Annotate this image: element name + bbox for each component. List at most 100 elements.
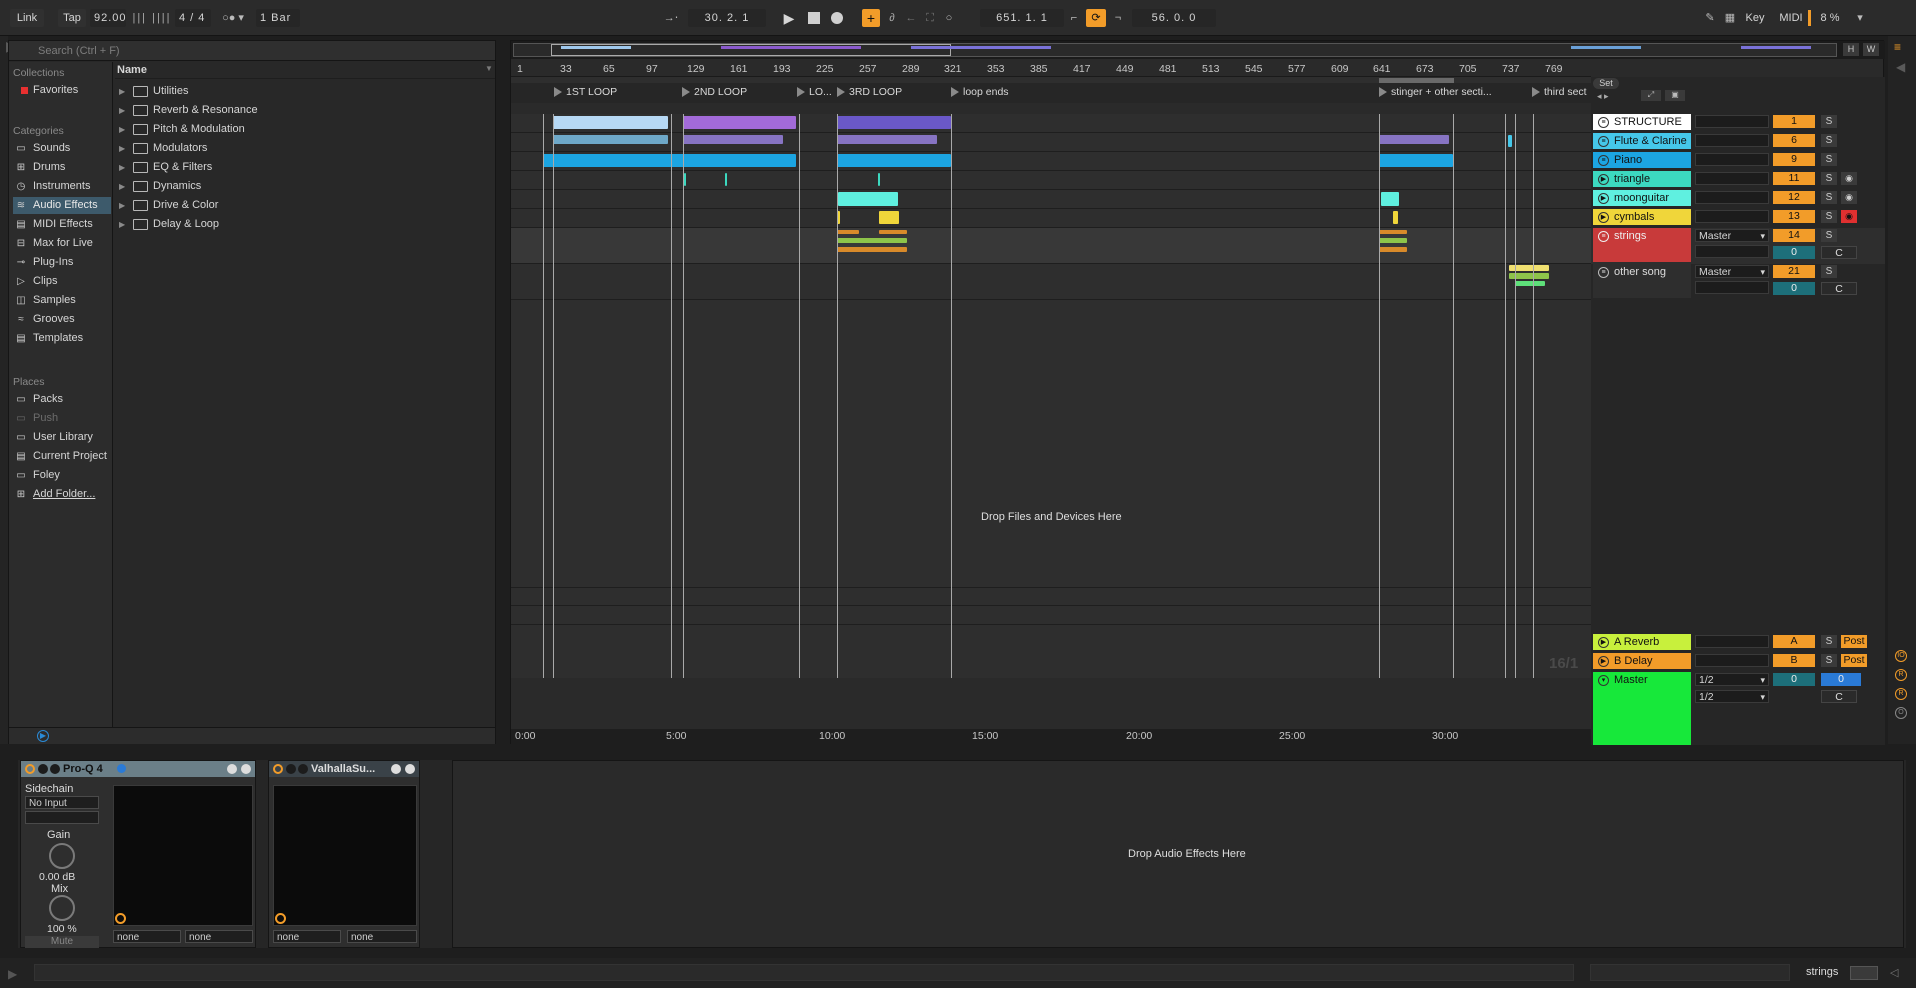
prev-locator-icon[interactable]: ◂ ▸ xyxy=(1597,91,1609,102)
sidebar-item-templates[interactable]: ▤ Templates xyxy=(13,330,111,347)
clip-piano[interactable] xyxy=(837,154,951,167)
track-name[interactable]: ≡ strings xyxy=(1593,228,1691,262)
track-io[interactable] xyxy=(1695,172,1769,185)
lane-b-delay[interactable] xyxy=(511,606,1591,625)
track-activator[interactable]: 6 xyxy=(1773,134,1815,147)
param-select[interactable]: none xyxy=(347,930,417,943)
clip-strings[interactable] xyxy=(837,230,859,234)
device-power-icon[interactable] xyxy=(25,764,35,774)
lane-strings[interactable] xyxy=(511,228,1591,264)
track-fold-icon[interactable]: ≡ xyxy=(1598,155,1609,166)
view-toggle-icon[interactable] xyxy=(1850,966,1878,980)
clip-moonguitar[interactable] xyxy=(838,192,898,206)
track-play-icon[interactable]: ▶ xyxy=(1598,212,1609,223)
param-select[interactable]: none xyxy=(113,930,181,943)
master-volume[interactable]: 0 xyxy=(1773,673,1815,686)
track-io[interactable] xyxy=(1695,153,1769,166)
loop-switch-icon[interactable]: ⟳ xyxy=(1086,9,1106,27)
device-pro-q[interactable]: Pro-Q 4 Sidechain No Input Gain 0.00 dB … xyxy=(20,760,256,948)
link-button[interactable]: Link xyxy=(10,9,44,27)
midi-map-button[interactable]: MIDI xyxy=(1776,9,1806,27)
pan-field[interactable]: C xyxy=(1821,282,1857,295)
locator-loop-ends[interactable]: loop ends xyxy=(951,86,1009,98)
arm-icon[interactable]: ◉ xyxy=(1841,172,1857,185)
track-cymbals[interactable]: ▶ cymbals 13 S ◉ xyxy=(1591,209,1885,228)
track-name[interactable]: ≡ Flute & Clarine xyxy=(1593,133,1691,149)
returns-toggle-icon[interactable]: R xyxy=(1895,669,1907,681)
sidebar-item-push[interactable]: ▭ Push xyxy=(13,410,111,427)
arm-icon[interactable]: ◉ xyxy=(1841,191,1857,204)
solo-button[interactable]: S xyxy=(1821,153,1837,166)
clip-triangle[interactable] xyxy=(725,173,727,186)
param-select[interactable]: none xyxy=(273,930,341,943)
solo-button[interactable]: S xyxy=(1821,134,1837,147)
lock-icon[interactable]: ▣ xyxy=(1665,90,1685,101)
sidebar-item-user-library[interactable]: ▭ User Library xyxy=(13,429,111,446)
track-other-song[interactable]: ≡ other song Master 21 S 0 C xyxy=(1591,264,1885,300)
clip-piano[interactable] xyxy=(1379,154,1453,167)
sidebar-item-instruments[interactable]: ◷ Instruments xyxy=(13,178,111,195)
output-select[interactable]: Master xyxy=(1695,265,1769,279)
clip-flute[interactable] xyxy=(683,135,783,144)
return-a-reverb[interactable]: ▶ A Reverb A S Post xyxy=(1591,634,1885,653)
capture-icon[interactable]: ⛶ xyxy=(922,9,938,27)
return-b-delay[interactable]: ▶ B Delay B S Post xyxy=(1591,653,1885,672)
fit-width-button[interactable]: W xyxy=(1863,43,1879,56)
device-settings-icon[interactable] xyxy=(391,764,401,774)
track-io[interactable] xyxy=(1695,635,1769,648)
track-moonguitar[interactable]: ▶ moonguitar 12 S ◉ xyxy=(1591,190,1885,209)
master-track[interactable]: ▾ Master 1/2 1/2 0 0 C xyxy=(1591,672,1885,745)
track-flute[interactable]: ≡ Flute & Clarine 6 S xyxy=(1591,133,1885,152)
sidebar-item-midi-effects[interactable]: ▤ MIDI Effects xyxy=(13,216,111,233)
track-fold-icon[interactable]: ≡ xyxy=(1598,231,1609,242)
clip-strings[interactable] xyxy=(1379,247,1407,252)
track-fold-icon[interactable]: ≡ xyxy=(1598,267,1609,278)
clip-flute[interactable] xyxy=(1379,135,1449,144)
crossfader-toggle-icon[interactable]: O xyxy=(1895,707,1907,719)
clip-triangle[interactable] xyxy=(684,173,686,186)
sidebar-item-drums[interactable]: ⊞ Drums xyxy=(13,159,111,176)
clip-flute[interactable] xyxy=(1508,135,1512,147)
track-name[interactable]: ▾ Master xyxy=(1593,672,1691,745)
solo-button[interactable]: S xyxy=(1821,210,1837,223)
device-fold-icon[interactable] xyxy=(286,764,296,774)
clip-structure[interactable] xyxy=(553,116,668,129)
expand-icon[interactable]: ▶ xyxy=(119,216,125,233)
clip-other-song[interactable] xyxy=(1515,281,1545,286)
sidebar-item-audio-effects[interactable]: ≋ Audio Effects xyxy=(13,197,111,214)
lane-a-reverb[interactable] xyxy=(511,587,1591,606)
set-button[interactable]: Set xyxy=(1593,78,1619,89)
track-io[interactable] xyxy=(1695,245,1769,258)
locator-third-sect[interactable]: third sect xyxy=(1532,86,1587,98)
arrangement-overview[interactable]: H W xyxy=(511,41,1885,59)
locator-3rd-loop[interactable]: 3RD LOOP xyxy=(836,86,902,98)
quantize-select[interactable]: 1 Bar xyxy=(256,9,300,27)
track-name[interactable]: ▶ cymbals xyxy=(1593,209,1691,225)
device-save-icon[interactable] xyxy=(241,764,251,774)
browser-search-input[interactable]: Search (Ctrl + F) xyxy=(9,41,495,61)
locator-1st-loop[interactable]: 1ST LOOP xyxy=(553,86,617,98)
solo-button[interactable]: S xyxy=(1821,635,1837,648)
mix-knob[interactable] xyxy=(49,895,75,921)
loop-length-field[interactable]: 56. 0. 0 xyxy=(1132,9,1216,27)
pan-field[interactable]: C xyxy=(1821,246,1857,259)
mute-button[interactable]: Mute xyxy=(25,936,99,948)
sidebar-item-add-folder[interactable]: ⊞ Add Folder... xyxy=(13,486,111,503)
metronome-bars-icon[interactable]: ||| |||| xyxy=(132,9,172,27)
time-signature-field[interactable]: 4 / 4 xyxy=(175,9,211,27)
folder-row[interactable]: ▶ Modulators xyxy=(115,140,495,157)
loop-start-field[interactable]: 651. 1. 1 xyxy=(980,9,1064,27)
track-activator[interactable]: 13 xyxy=(1773,210,1815,223)
track-strings[interactable]: ≡ strings Master 14 S 0 C xyxy=(1591,228,1885,264)
bar-ruler[interactable]: 1 33 65 97 129 161 193 225 257 289 321 3… xyxy=(511,59,1591,77)
solo-button[interactable]: S xyxy=(1821,115,1837,128)
session-record-icon[interactable]: ○ xyxy=(941,9,957,27)
track-name[interactable]: ≡ STRUCTURE xyxy=(1593,114,1691,130)
draw-mode-icon[interactable]: ✎ xyxy=(1702,9,1718,27)
device-valhalla[interactable]: ValhallaSu... none none xyxy=(268,760,420,948)
mixer-toggle-icon[interactable]: R xyxy=(1895,688,1907,700)
fit-height-button[interactable]: H xyxy=(1843,43,1859,56)
clip-strings[interactable] xyxy=(879,230,907,234)
solo-button[interactable]: S xyxy=(1821,229,1837,242)
track-activator[interactable]: 1 xyxy=(1773,115,1815,128)
